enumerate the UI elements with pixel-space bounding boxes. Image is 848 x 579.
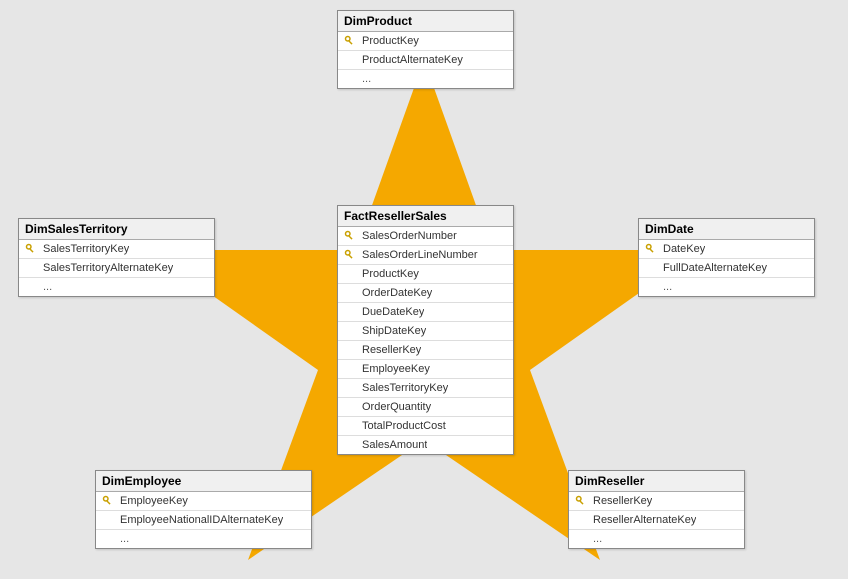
table-row[interactable]: EmployeeKey [338, 360, 513, 379]
column-name: FullDateAlternateKey [659, 262, 767, 274]
column-name: SalesAmount [358, 439, 427, 451]
table-row-more[interactable]: ... [338, 70, 513, 88]
table-row[interactable]: EmployeeKey [96, 492, 311, 511]
table-row-more[interactable]: ... [639, 278, 814, 296]
column-name: ProductKey [358, 268, 419, 280]
column-name: SalesTerritoryKey [358, 382, 448, 394]
table-dimsalesterritory[interactable]: DimSalesTerritory SalesTerritoryKey Sale… [18, 218, 215, 297]
column-name: ResellerAlternateKey [589, 514, 696, 526]
table-title: DimProduct [338, 11, 513, 32]
table-row[interactable]: ProductAlternateKey [338, 51, 513, 70]
table-row[interactable]: SalesOrderNumber [338, 227, 513, 246]
key-icon [23, 243, 39, 255]
column-name: SalesTerritoryAlternateKey [39, 262, 173, 274]
column-name: OrderDateKey [358, 287, 432, 299]
table-dimreseller[interactable]: DimReseller ResellerKey ResellerAlternat… [568, 470, 745, 549]
column-name: EmployeeKey [116, 495, 188, 507]
column-name: ShipDateKey [358, 325, 426, 337]
table-row[interactable]: DateKey [639, 240, 814, 259]
table-row[interactable]: ResellerKey [569, 492, 744, 511]
table-title: FactResellerSales [338, 206, 513, 227]
more-indicator: ... [116, 533, 129, 545]
table-row[interactable]: FullDateAlternateKey [639, 259, 814, 278]
table-title: DimSalesTerritory [19, 219, 214, 240]
table-row-more[interactable]: ... [96, 530, 311, 548]
table-row[interactable]: TotalProductCost [338, 417, 513, 436]
column-name: SalesOrderLineNumber [358, 249, 478, 261]
key-icon [342, 35, 358, 47]
column-name: DateKey [659, 243, 705, 255]
table-row[interactable]: ProductKey [338, 265, 513, 284]
table-row-more[interactable]: ... [19, 278, 214, 296]
table-factresellersales[interactable]: FactResellerSales SalesOrderNumber Sales… [337, 205, 514, 455]
key-icon [643, 243, 659, 255]
table-row[interactable]: ShipDateKey [338, 322, 513, 341]
more-indicator: ... [659, 281, 672, 293]
table-title: DimDate [639, 219, 814, 240]
table-title: DimReseller [569, 471, 744, 492]
table-dimemployee[interactable]: DimEmployee EmployeeKey EmployeeNational… [95, 470, 312, 549]
table-row[interactable]: SalesAmount [338, 436, 513, 454]
column-name: SalesTerritoryKey [39, 243, 129, 255]
table-row[interactable]: SalesTerritoryKey [338, 379, 513, 398]
column-name: TotalProductCost [358, 420, 446, 432]
column-name: OrderQuantity [358, 401, 431, 413]
more-indicator: ... [39, 281, 52, 293]
table-dimdate[interactable]: DimDate DateKey FullDateAlternateKey ... [638, 218, 815, 297]
column-name: ProductAlternateKey [358, 54, 463, 66]
table-row[interactable]: OrderQuantity [338, 398, 513, 417]
table-row[interactable]: SalesTerritoryAlternateKey [19, 259, 214, 278]
key-icon [342, 249, 358, 261]
table-row[interactable]: SalesTerritoryKey [19, 240, 214, 259]
column-name: SalesOrderNumber [358, 230, 457, 242]
table-row[interactable]: ResellerKey [338, 341, 513, 360]
column-name: ResellerKey [589, 495, 652, 507]
key-icon [342, 230, 358, 242]
more-indicator: ... [358, 73, 371, 85]
table-row[interactable]: OrderDateKey [338, 284, 513, 303]
table-dimproduct[interactable]: DimProduct ProductKey ProductAlternateKe… [337, 10, 514, 89]
table-title: DimEmployee [96, 471, 311, 492]
table-row[interactable]: EmployeeNationalIDAlternateKey [96, 511, 311, 530]
table-row[interactable]: DueDateKey [338, 303, 513, 322]
table-row[interactable]: ProductKey [338, 32, 513, 51]
column-name: EmployeeNationalIDAlternateKey [116, 514, 283, 526]
column-name: ProductKey [358, 35, 419, 47]
diagram-canvas: DimProduct ProductKey ProductAlternateKe… [0, 0, 848, 579]
table-row-more[interactable]: ... [569, 530, 744, 548]
key-icon [573, 495, 589, 507]
more-indicator: ... [589, 533, 602, 545]
table-row[interactable]: ResellerAlternateKey [569, 511, 744, 530]
column-name: ResellerKey [358, 344, 421, 356]
column-name: DueDateKey [358, 306, 424, 318]
table-row[interactable]: SalesOrderLineNumber [338, 246, 513, 265]
key-icon [100, 495, 116, 507]
column-name: EmployeeKey [358, 363, 430, 375]
